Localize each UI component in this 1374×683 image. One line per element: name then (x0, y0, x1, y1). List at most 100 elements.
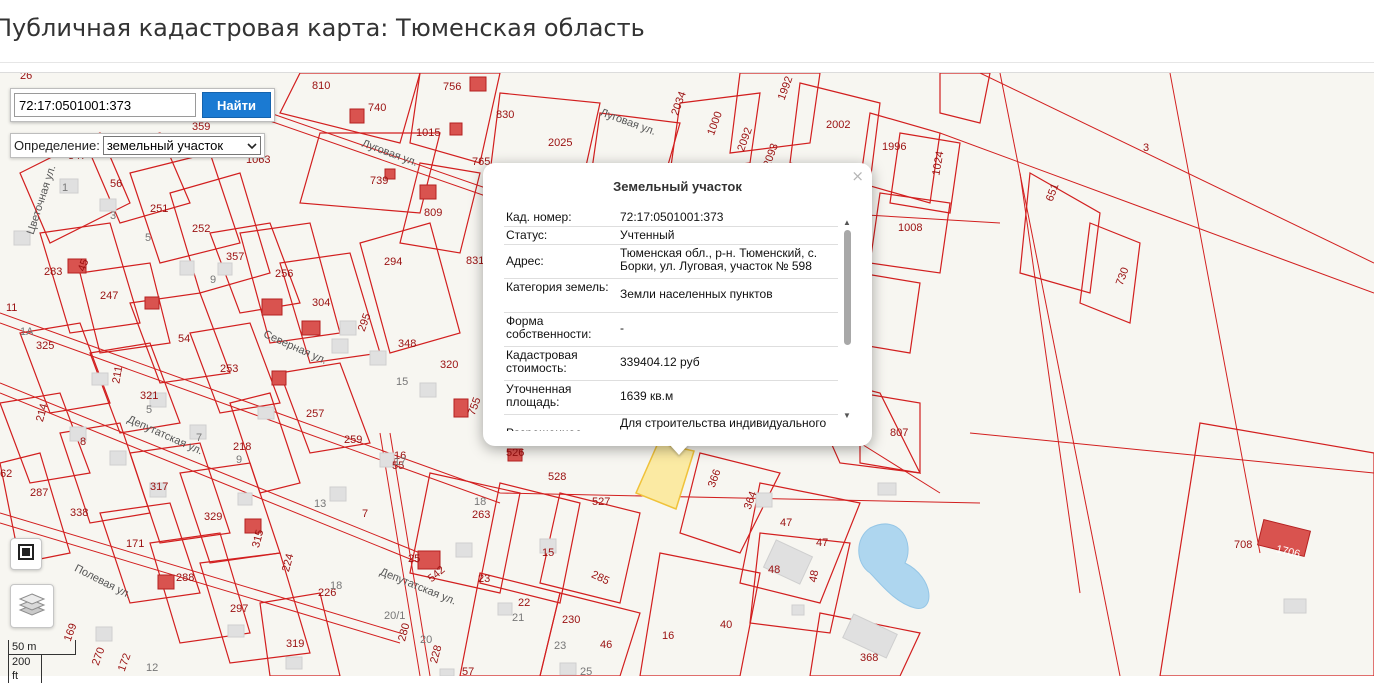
attr-value: Тюменская обл., р-н. Тюменский, с. Борки… (620, 246, 818, 273)
svg-text:253: 253 (220, 363, 238, 375)
scale-metric: 50 m (8, 640, 76, 655)
svg-text:47: 47 (780, 517, 792, 529)
svg-text:756: 756 (443, 81, 461, 93)
svg-text:294: 294 (384, 256, 402, 268)
svg-text:9: 9 (236, 454, 242, 466)
attr-row-status: Статус: Учтенный (504, 227, 838, 245)
svg-text:807: 807 (890, 427, 908, 439)
popup-scrollbar[interactable]: ▲ ▼ (842, 218, 852, 424)
svg-text:7: 7 (362, 508, 368, 520)
attr-key: Форма собственности: (506, 314, 592, 341)
definition-panel: Определение: земельный участок (10, 133, 265, 158)
svg-text:9: 9 (210, 274, 216, 286)
svg-text:651: 651 (1044, 182, 1062, 203)
svg-text:740: 740 (368, 102, 386, 114)
svg-text:319: 319 (286, 638, 304, 650)
svg-text:Луговая ул.: Луговая ул. (598, 107, 657, 138)
svg-text:357: 357 (226, 251, 244, 263)
svg-text:368: 368 (860, 652, 878, 664)
search-panel: Найти (10, 88, 275, 122)
svg-text:17: 17 (394, 456, 406, 468)
definition-select[interactable]: земельный участок (102, 136, 261, 155)
svg-text:23: 23 (554, 640, 566, 652)
svg-text:285: 285 (589, 569, 611, 588)
svg-text:1А: 1А (20, 326, 34, 338)
svg-text:252: 252 (192, 223, 210, 235)
svg-text:257: 257 (306, 408, 324, 420)
svg-text:1: 1 (62, 182, 68, 194)
svg-text:2002: 2002 (826, 119, 850, 131)
search-button[interactable]: Найти (202, 92, 271, 118)
scroll-down-icon[interactable]: ▼ (842, 411, 852, 421)
fullscreen-button[interactable] (10, 538, 42, 570)
scroll-thumb[interactable] (843, 230, 851, 345)
attr-key: Адрес: (506, 254, 544, 268)
svg-text:325: 325 (36, 340, 54, 352)
svg-text:338: 338 (70, 507, 88, 519)
attr-value: 72:17:0501001:373 (620, 210, 724, 224)
svg-text:809: 809 (424, 207, 442, 219)
svg-text:8: 8 (80, 436, 86, 448)
popup-attributes[interactable]: Кад. номер: 72:17:0501001:373 Статус: Уч… (504, 209, 838, 431)
layers-button[interactable] (10, 584, 54, 628)
svg-text:739: 739 (370, 175, 388, 187)
svg-text:15: 15 (542, 547, 554, 559)
svg-text:21: 21 (512, 612, 524, 624)
svg-text:830: 830 (496, 109, 514, 121)
svg-text:730: 730 (1114, 266, 1132, 287)
definition-selected-value: земельный участок (106, 138, 224, 153)
svg-text:321: 321 (140, 390, 158, 402)
chevron-down-icon (247, 138, 257, 153)
attr-value: - (620, 321, 624, 335)
svg-text:270: 270 (90, 646, 108, 667)
svg-text:5: 5 (145, 232, 151, 244)
svg-text:256: 256 (275, 268, 293, 280)
svg-text:263: 263 (472, 509, 490, 521)
svg-text:259: 259 (344, 434, 362, 446)
svg-text:45: 45 (76, 258, 91, 274)
svg-text:288: 288 (176, 572, 194, 584)
svg-text:20: 20 (420, 634, 432, 646)
svg-text:329: 329 (204, 511, 222, 523)
attr-value: Для строительства индивидуального (620, 416, 827, 430)
svg-text:40: 40 (720, 619, 732, 631)
attr-key: Кад. номер: (506, 210, 572, 224)
attr-key: Статус: (506, 228, 548, 242)
svg-text:12: 12 (146, 662, 158, 674)
popup-pointer (669, 444, 689, 455)
attr-row-ownership: Форма собственности: - (504, 313, 838, 347)
scroll-up-icon[interactable]: ▲ (842, 218, 852, 228)
svg-text:22: 22 (518, 597, 530, 609)
svg-text:755: 755 (466, 396, 484, 417)
svg-text:280: 280 (396, 622, 412, 643)
svg-text:224: 224 (280, 552, 296, 573)
svg-text:1000: 1000 (705, 110, 725, 137)
svg-text:359: 359 (192, 121, 210, 133)
svg-text:23: 23 (478, 573, 490, 585)
svg-text:228: 228 (428, 644, 444, 665)
attr-row-address: Адрес: Тюменская обл., р-н. Тюменский, с… (504, 245, 838, 279)
attr-row-land-category: Категория земель: Земли населенных пункт… (504, 279, 838, 313)
svg-text:211: 211 (110, 365, 125, 384)
svg-text:1992: 1992 (776, 75, 796, 102)
svg-text:15: 15 (396, 376, 408, 388)
svg-text:528: 528 (548, 471, 566, 483)
attr-key: Категория земель: (506, 280, 609, 294)
cadastral-number-input[interactable] (14, 93, 196, 117)
svg-text:214: 214 (34, 402, 50, 423)
svg-text:46: 46 (600, 639, 612, 651)
svg-text:48: 48 (807, 569, 821, 583)
svg-text:304: 304 (312, 297, 330, 309)
svg-text:171: 171 (126, 538, 144, 550)
fullscreen-icon (17, 543, 35, 566)
svg-text:366: 366 (706, 468, 724, 489)
svg-text:3: 3 (110, 210, 116, 222)
pond (858, 523, 930, 609)
svg-text:526: 526 (506, 447, 524, 459)
svg-text:18: 18 (330, 580, 342, 592)
svg-text:56: 56 (110, 178, 122, 190)
svg-text:348: 348 (398, 338, 416, 350)
svg-text:16: 16 (662, 630, 674, 642)
page-title: Публичная кадастровая карта: Тюменская о… (0, 14, 645, 42)
svg-text:317: 317 (150, 481, 168, 493)
